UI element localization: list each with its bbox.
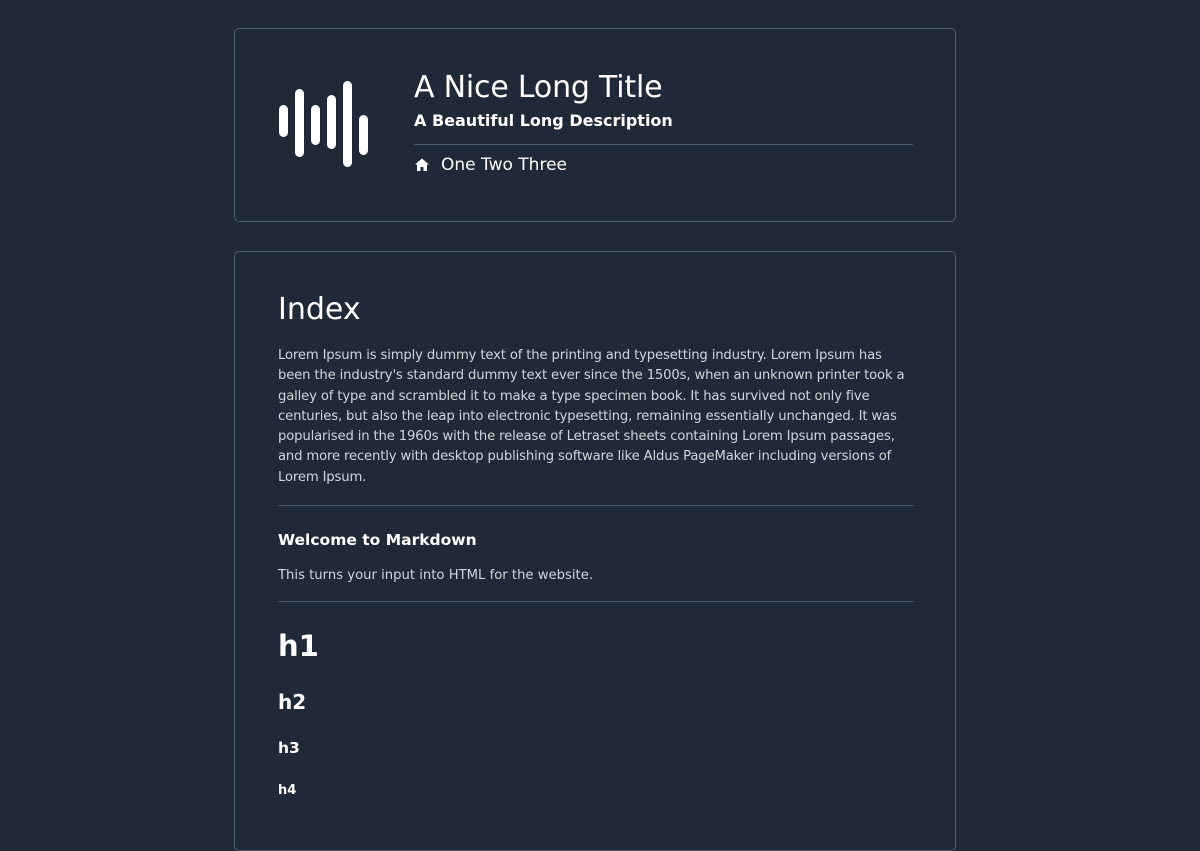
section-paragraph: This turns your input into HTML for the …: [278, 568, 594, 584]
heading-h4: h4: [278, 783, 297, 799]
heading-h2: h2: [278, 690, 307, 715]
section-title: Welcome to Markdown: [278, 531, 477, 550]
divider: [278, 505, 914, 507]
header-divider: [414, 144, 913, 145]
waveform-icon[interactable]: [279, 81, 371, 169]
home-icon[interactable]: [414, 157, 430, 173]
intro-paragraph: Lorem Ipsum is simply dummy text of the …: [278, 348, 905, 485]
header-nav[interactable]: One Two Three: [414, 153, 914, 177]
content-card: Index Lorem Ipsum is simply dummy text o…: [234, 251, 956, 851]
nav-link-label[interactable]: One Two Three: [441, 154, 567, 176]
page-title: Index: [278, 292, 361, 327]
content-body: Index Lorem Ipsum is simply dummy text o…: [278, 290, 914, 800]
divider: [278, 601, 914, 603]
header-text: A Nice Long Title A Beautiful Long Descr…: [414, 69, 914, 177]
site-description: A Beautiful Long Description: [414, 111, 673, 130]
heading-h3: h3: [278, 739, 300, 758]
site-header: A Nice Long Title A Beautiful Long Descr…: [234, 28, 956, 222]
heading-h1: h1: [278, 629, 319, 664]
site-title[interactable]: A Nice Long Title: [414, 69, 914, 107]
